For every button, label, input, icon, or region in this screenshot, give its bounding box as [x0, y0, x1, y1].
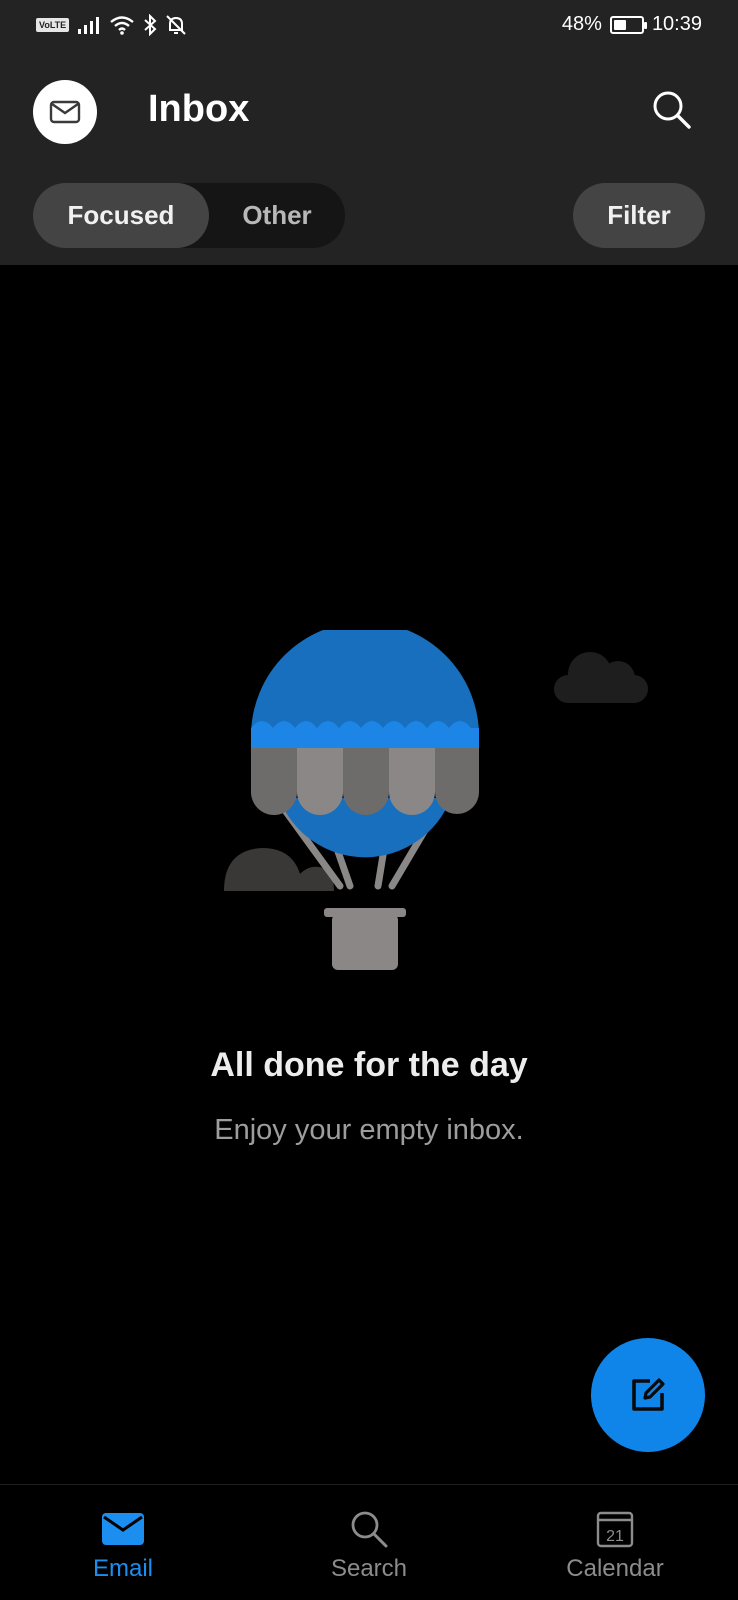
nav-search-label: Search	[330, 1555, 408, 1582]
status-icons-right: 48% 10:39	[562, 13, 702, 36]
awning	[251, 748, 479, 815]
compose-button[interactable]	[591, 1338, 705, 1452]
compose-icon	[632, 1378, 665, 1411]
calendar-icon: 21	[596, 1511, 634, 1548]
empty-state-title: All done for the day	[210, 1046, 528, 1084]
filter-button[interactable]: Filter	[573, 183, 705, 248]
status-bar: VoLTE 48% 10:39	[0, 0, 738, 52]
status-icons-left: VoLTE	[36, 14, 187, 36]
tab-other[interactable]: Other	[209, 183, 345, 248]
search-icon	[653, 91, 691, 129]
nav-email[interactable]: Email	[0, 1485, 246, 1600]
battery-icon	[609, 15, 647, 34]
nav-calendar-label: Calendar	[566, 1555, 664, 1582]
volte-indicator: VoLTE	[36, 18, 70, 32]
bluetooth-icon	[144, 14, 157, 36]
tab-focused[interactable]: Focused	[33, 183, 209, 248]
battery-fill	[613, 19, 627, 30]
mail-icon	[102, 1513, 144, 1545]
search-icon	[351, 1511, 388, 1548]
account-avatar-button[interactable]	[33, 80, 97, 144]
nav-email-label: Email	[92, 1555, 153, 1582]
empty-state-subtitle: Enjoy your empty inbox.	[214, 1114, 524, 1146]
page-title: Inbox	[148, 88, 250, 130]
nav-calendar[interactable]: 21 Calendar	[492, 1485, 738, 1600]
app-header: Inbox Focused Other Filter	[0, 52, 738, 265]
nav-search[interactable]: Search	[246, 1485, 492, 1600]
hot-air-balloon-illustration	[224, 630, 648, 970]
signal-icon	[78, 17, 100, 34]
clock: 10:39	[651, 13, 702, 35]
cloud-right-icon	[554, 652, 648, 703]
battery-percent: 48%	[561, 13, 602, 35]
inbox-tab-switcher: Focused Other	[33, 183, 345, 248]
search-button[interactable]	[650, 88, 694, 132]
mail-icon	[49, 100, 81, 124]
bell-muted-icon	[166, 15, 186, 35]
wifi-icon	[110, 16, 134, 35]
bottom-navigation: Email Search 21 Calendar	[0, 1484, 738, 1600]
calendar-day: 21	[606, 1528, 624, 1545]
